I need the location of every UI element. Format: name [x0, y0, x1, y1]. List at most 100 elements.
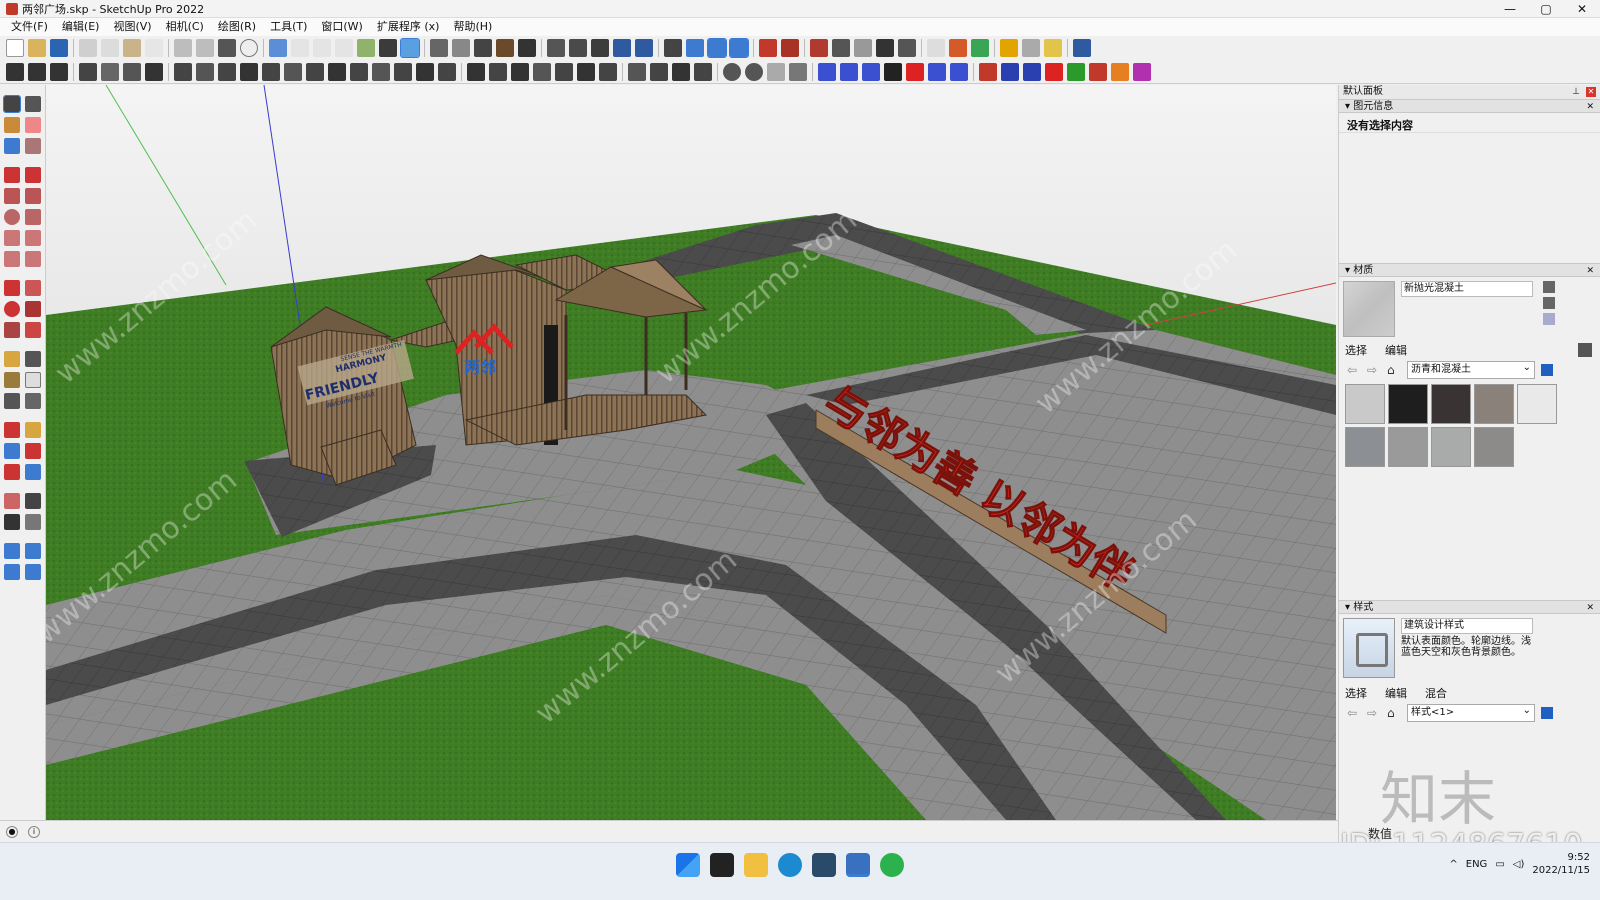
- ext-tool-38-icon[interactable]: [862, 62, 880, 81]
- sandbox-smoove-icon[interactable]: [4, 563, 21, 580]
- outliner-icon[interactable]: [613, 39, 631, 57]
- details-arrow-icon[interactable]: [1541, 707, 1553, 719]
- material-swatch[interactable]: [1345, 384, 1385, 424]
- styles-header[interactable]: ▾ 样式 ✕: [1339, 600, 1600, 614]
- ext-tool-34-icon[interactable]: [767, 62, 785, 81]
- circle-tool-icon[interactable]: [4, 208, 21, 225]
- ext-tool-15-icon[interactable]: [328, 62, 346, 81]
- zoom-window-icon[interactable]: [24, 442, 41, 459]
- plugin-c-icon[interactable]: [876, 39, 894, 57]
- ext-tool-11-icon[interactable]: [240, 62, 258, 81]
- explode-icon[interactable]: [591, 39, 609, 57]
- top-view-icon[interactable]: [291, 39, 309, 57]
- ext-tool-41-icon[interactable]: [928, 62, 946, 81]
- ext-tool-5-icon[interactable]: [101, 62, 119, 81]
- iso-view-icon[interactable]: [269, 39, 287, 57]
- ext-tool-4-icon[interactable]: [79, 62, 97, 81]
- monochrome-icon[interactable]: [518, 39, 536, 57]
- ext-tool-22-icon[interactable]: [489, 62, 507, 81]
- ext-tool-20-icon[interactable]: [438, 62, 456, 81]
- section-display-icon[interactable]: [686, 39, 704, 57]
- right-view-icon[interactable]: [335, 39, 353, 57]
- redo-icon[interactable]: [196, 39, 214, 57]
- monitor-icon[interactable]: ▭: [1495, 859, 1504, 870]
- plugin-h-icon[interactable]: [1022, 39, 1040, 57]
- ext-tool-1-icon[interactable]: [6, 62, 24, 81]
- close-button[interactable]: ✕: [1564, 0, 1600, 18]
- freehand-tool-icon[interactable]: [24, 166, 41, 183]
- component-icon[interactable]: [4, 137, 21, 154]
- menu-extensions[interactable]: 扩展程序 (x): [370, 18, 447, 36]
- ruby-console-icon[interactable]: [810, 39, 828, 57]
- tag-icon[interactable]: [24, 137, 41, 154]
- ext-tool-39-icon[interactable]: [884, 62, 902, 81]
- dimension-icon[interactable]: [24, 350, 41, 367]
- paint-bucket-icon[interactable]: [4, 116, 21, 133]
- entity-info-close-icon[interactable]: ✕: [1586, 100, 1594, 114]
- menu-draw[interactable]: 绘图(R): [211, 18, 263, 36]
- ext-tool-18-icon[interactable]: [394, 62, 412, 81]
- menu-file[interactable]: 文件(F): [4, 18, 55, 36]
- back-arrow-icon[interactable]: ⇦: [1347, 363, 1361, 377]
- save-icon[interactable]: [50, 39, 68, 57]
- plugin-a-icon[interactable]: [832, 39, 850, 57]
- move-tool-icon[interactable]: [4, 279, 21, 296]
- ext-tool-23-icon[interactable]: [511, 62, 529, 81]
- textured-icon[interactable]: [496, 39, 514, 57]
- volume-icon[interactable]: ◁): [1513, 859, 1525, 870]
- tray-clock[interactable]: 9:52 2022/11/15: [1532, 851, 1590, 877]
- undo-icon[interactable]: [174, 39, 192, 57]
- ext-tool-12-icon[interactable]: [262, 62, 280, 81]
- ext-tool-26-icon[interactable]: [577, 62, 595, 81]
- ext-tool-8-icon[interactable]: [174, 62, 192, 81]
- erase-icon[interactable]: [145, 39, 163, 57]
- scale-tool-icon[interactable]: [4, 321, 21, 338]
- front-view-icon[interactable]: [313, 39, 331, 57]
- rectangle-tool-icon[interactable]: [4, 187, 21, 204]
- geo-location-icon[interactable]: ●: [6, 825, 18, 838]
- pin-icon[interactable]: ⊥: [1572, 85, 1580, 99]
- app-icon[interactable]: [812, 853, 836, 877]
- model-viewport[interactable]: FRIENDLY HARMONY SENSE THE WARMTH Welcom…: [46, 85, 1336, 820]
- forward-arrow-icon[interactable]: ⇨: [1367, 363, 1381, 377]
- menu-edit[interactable]: 编辑(E): [55, 18, 107, 36]
- sample-paint-icon[interactable]: [1543, 313, 1555, 325]
- ext-tool-33-icon[interactable]: [745, 62, 763, 81]
- ext-tool-28-icon[interactable]: [628, 62, 646, 81]
- plugin-j-icon[interactable]: [1073, 39, 1091, 57]
- plugin-b-icon[interactable]: [854, 39, 872, 57]
- ext-tool-3-icon[interactable]: [50, 62, 68, 81]
- zoom-extents-icon[interactable]: [4, 463, 21, 480]
- wechat-icon[interactable]: [880, 853, 904, 877]
- menu-help[interactable]: 帮助(H): [446, 18, 499, 36]
- text-tool-icon[interactable]: [24, 371, 41, 388]
- shaded-icon[interactable]: [474, 39, 492, 57]
- section-cut-icon[interactable]: [707, 38, 727, 58]
- entity-info-header[interactable]: ▾ 图元信息 ✕: [1339, 99, 1600, 113]
- tray-chevron-icon[interactable]: ^: [1449, 859, 1457, 870]
- sandbox-scratch-icon[interactable]: [24, 542, 41, 559]
- scene-canvas[interactable]: FRIENDLY HARMONY SENSE THE WARMTH Welcom…: [46, 85, 1336, 820]
- section-fill-icon[interactable]: [729, 38, 749, 58]
- ext-tool-47-icon[interactable]: [1067, 62, 1085, 81]
- look-around-icon[interactable]: [24, 492, 41, 509]
- info-icon[interactable]: i: [28, 825, 40, 838]
- tray-close-icon[interactable]: ✕: [1586, 87, 1596, 97]
- extension-warehouse-icon[interactable]: [781, 39, 799, 57]
- tray-lang[interactable]: ENG: [1466, 859, 1488, 870]
- style-library-select[interactable]: 样式<1>: [1407, 703, 1535, 722]
- model-info-icon[interactable]: [240, 39, 258, 57]
- print-icon[interactable]: [218, 39, 236, 57]
- polygon-tool-icon[interactable]: [24, 208, 41, 225]
- material-swatch[interactable]: [1388, 427, 1428, 467]
- ext-tool-16-icon[interactable]: [350, 62, 368, 81]
- material-swatch[interactable]: [1517, 384, 1557, 424]
- copy-icon[interactable]: [101, 39, 119, 57]
- material-library-select[interactable]: 沥青和混凝土: [1407, 360, 1535, 379]
- tab-materials-select[interactable]: 选择: [1345, 342, 1367, 358]
- tape-measure-icon[interactable]: [4, 350, 21, 367]
- plugin-i-icon[interactable]: [1044, 39, 1062, 57]
- push-pull-icon[interactable]: [24, 279, 41, 296]
- ext-tool-6-icon[interactable]: [123, 62, 141, 81]
- orbit-tool-icon[interactable]: [24, 95, 41, 112]
